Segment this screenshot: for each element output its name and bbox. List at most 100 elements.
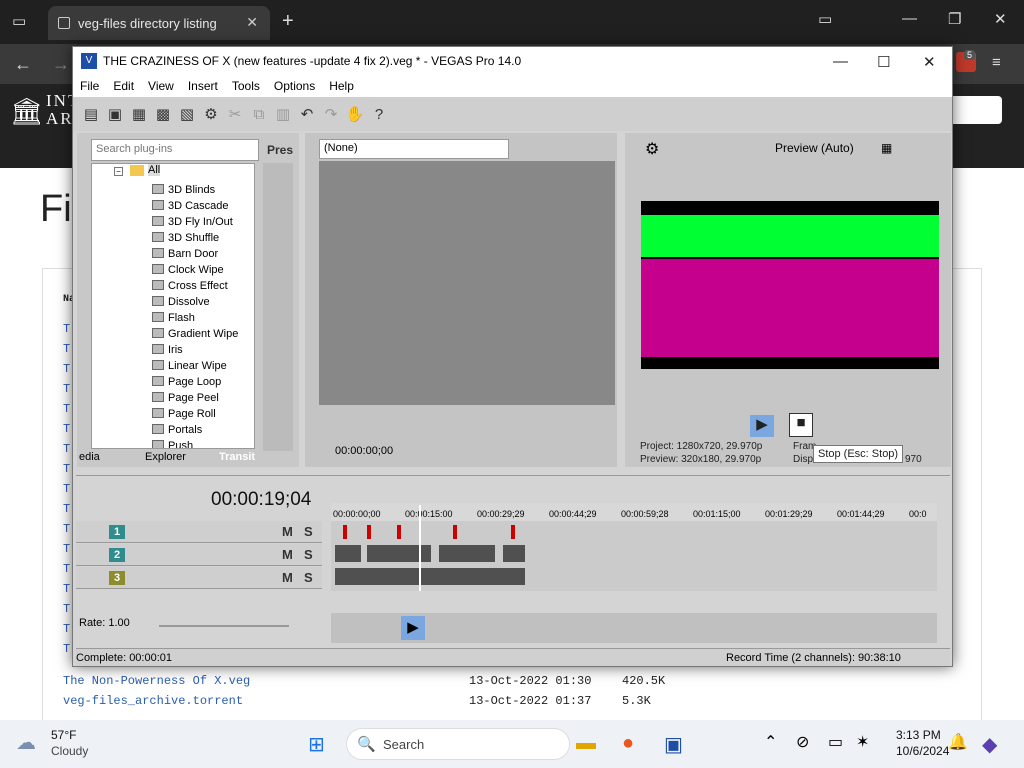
file-link[interactable]: T xyxy=(63,582,70,596)
rate-slider[interactable] xyxy=(159,625,289,627)
transition-item[interactable]: 3D Blinds xyxy=(152,182,215,198)
timeline-event[interactable] xyxy=(439,545,495,562)
firefox-icon[interactable]: ● xyxy=(622,732,634,755)
preview-play-button[interactable]: ▶ xyxy=(750,415,774,437)
timeline-play-button[interactable]: ▶ xyxy=(401,616,425,640)
new-icon[interactable]: ▤ xyxy=(81,105,101,123)
solo-button[interactable]: S xyxy=(304,570,313,585)
restore-icon[interactable]: ❐ xyxy=(948,10,961,28)
file-link[interactable]: T xyxy=(63,342,70,356)
timeline-event[interactable] xyxy=(367,545,431,562)
tab-explorer[interactable]: Explorer xyxy=(145,451,186,463)
archive-logo-icon[interactable]: 🏛 xyxy=(10,96,43,126)
event-marker[interactable] xyxy=(367,525,371,539)
vegas-taskbar-icon[interactable]: ▣ xyxy=(664,732,683,757)
transition-item[interactable]: Linear Wipe xyxy=(152,358,227,374)
close-tab-icon[interactable]: ✕ xyxy=(246,14,258,31)
transition-item[interactable]: Barn Door xyxy=(152,246,218,262)
tab-media[interactable]: edia xyxy=(79,451,100,463)
playhead[interactable] xyxy=(419,505,421,591)
file-link[interactable]: T xyxy=(63,562,70,576)
paste-icon[interactable]: ▥ xyxy=(273,105,293,123)
transition-item[interactable]: Page Peel xyxy=(152,390,219,406)
file-link[interactable]: The Non-Powerness Of X.veg xyxy=(63,674,250,688)
tab-actions-icon[interactable]: ▭ xyxy=(12,12,26,30)
file-link[interactable]: T xyxy=(63,362,70,376)
track-header[interactable]: 2 M S xyxy=(76,544,322,566)
vegas-maximize-icon[interactable]: ☐ xyxy=(877,53,890,71)
menu-insert[interactable]: Insert xyxy=(181,79,225,93)
clock-time[interactable]: 3:13 PM xyxy=(896,728,941,742)
file-link[interactable]: T xyxy=(63,642,70,656)
transition-item[interactable]: Push xyxy=(152,438,193,448)
render-icon[interactable]: ▧ xyxy=(177,105,197,123)
language-icon[interactable]: ✶ xyxy=(856,732,869,752)
stop-button[interactable]: ■ xyxy=(789,413,813,437)
menu-file[interactable]: File xyxy=(73,79,106,93)
file-link[interactable]: T xyxy=(63,522,70,536)
file-link[interactable]: T xyxy=(63,542,70,556)
copilot-icon[interactable]: ◆ xyxy=(982,732,997,757)
file-link[interactable]: T xyxy=(63,382,70,396)
undo-icon[interactable]: ↶ xyxy=(297,105,317,123)
collapse-icon[interactable]: − xyxy=(114,167,123,176)
transition-item[interactable]: 3D Cascade xyxy=(152,198,229,214)
cloud-icon[interactable]: ☁ xyxy=(16,730,36,755)
transition-item[interactable]: Clock Wipe xyxy=(152,262,224,278)
file-link[interactable]: T xyxy=(63,442,70,456)
preview-settings-icon[interactable]: ⚙ xyxy=(645,139,659,159)
event-marker[interactable] xyxy=(343,525,347,539)
taskbar-search[interactable]: 🔍 Search xyxy=(346,728,570,760)
notification-icon[interactable]: 🔔 xyxy=(948,732,968,752)
cut-icon[interactable]: ✂ xyxy=(225,105,245,123)
file-link[interactable]: veg-files_archive.torrent xyxy=(63,694,243,708)
tree-root[interactable]: All xyxy=(148,164,161,176)
overlays-icon[interactable]: ▦ xyxy=(881,141,892,155)
event-marker[interactable] xyxy=(397,525,401,539)
menu-edit[interactable]: Edit xyxy=(106,79,141,93)
event-marker[interactable] xyxy=(453,525,457,539)
chevron-up-icon[interactable]: ⌃ xyxy=(764,732,777,752)
plugin-search-input[interactable]: Search plug-ins xyxy=(91,139,259,161)
save-as-icon[interactable]: ▩ xyxy=(153,105,173,123)
menu-help[interactable]: Help xyxy=(322,79,361,93)
clock-date[interactable]: 10/6/2024 xyxy=(896,744,949,758)
timeline-event[interactable] xyxy=(335,545,361,562)
transition-item[interactable]: Page Loop xyxy=(152,374,221,390)
weather-condition[interactable]: Cloudy xyxy=(51,744,88,758)
display-icon[interactable]: ▭ xyxy=(828,732,843,752)
redo-icon[interactable]: ↷ xyxy=(321,105,341,123)
transition-item[interactable]: Gradient Wipe xyxy=(152,326,238,342)
transition-item[interactable]: Page Roll xyxy=(152,406,216,422)
properties-icon[interactable]: ⚙ xyxy=(201,105,221,123)
transition-item[interactable]: Dissolve xyxy=(152,294,210,310)
transition-item[interactable]: Cross Effect xyxy=(152,278,228,294)
minimize-icon[interactable]: — xyxy=(902,10,917,27)
file-link[interactable]: T xyxy=(63,402,70,416)
save-icon[interactable]: ▦ xyxy=(129,105,149,123)
file-link[interactable]: T xyxy=(63,622,70,636)
weather-temp[interactable]: 57°F xyxy=(51,728,76,742)
mute-button[interactable]: M xyxy=(282,570,293,585)
preview-quality-select[interactable]: Preview (Auto) xyxy=(775,141,854,155)
transition-item[interactable]: 3D Shuffle xyxy=(152,230,219,246)
event-marker[interactable] xyxy=(511,525,515,539)
transition-item[interactable]: Iris xyxy=(152,342,183,358)
track-header[interactable]: 1 M S xyxy=(76,521,322,543)
file-link[interactable]: T xyxy=(63,482,70,496)
back-icon[interactable]: ← xyxy=(14,54,32,75)
trimmer-source-select[interactable]: (None) xyxy=(319,139,509,159)
transition-item[interactable]: 3D Fly In/Out xyxy=(152,214,233,230)
solo-button[interactable]: S xyxy=(304,524,313,539)
file-explorer-icon[interactable]: ▬ xyxy=(576,732,596,755)
whats-this-icon[interactable]: ✋ xyxy=(345,105,365,123)
file-link[interactable]: T xyxy=(63,502,70,516)
menu-tools[interactable]: Tools xyxy=(225,79,267,93)
mute-button[interactable]: M xyxy=(282,524,293,539)
network-icon[interactable]: ⊘ xyxy=(796,732,809,752)
timeline-event[interactable] xyxy=(503,545,525,562)
transition-item[interactable]: Flash xyxy=(152,310,195,326)
new-tab-icon[interactable]: + xyxy=(282,10,294,33)
vegas-minimize-icon[interactable]: — xyxy=(833,53,848,70)
file-link[interactable]: T xyxy=(63,602,70,616)
